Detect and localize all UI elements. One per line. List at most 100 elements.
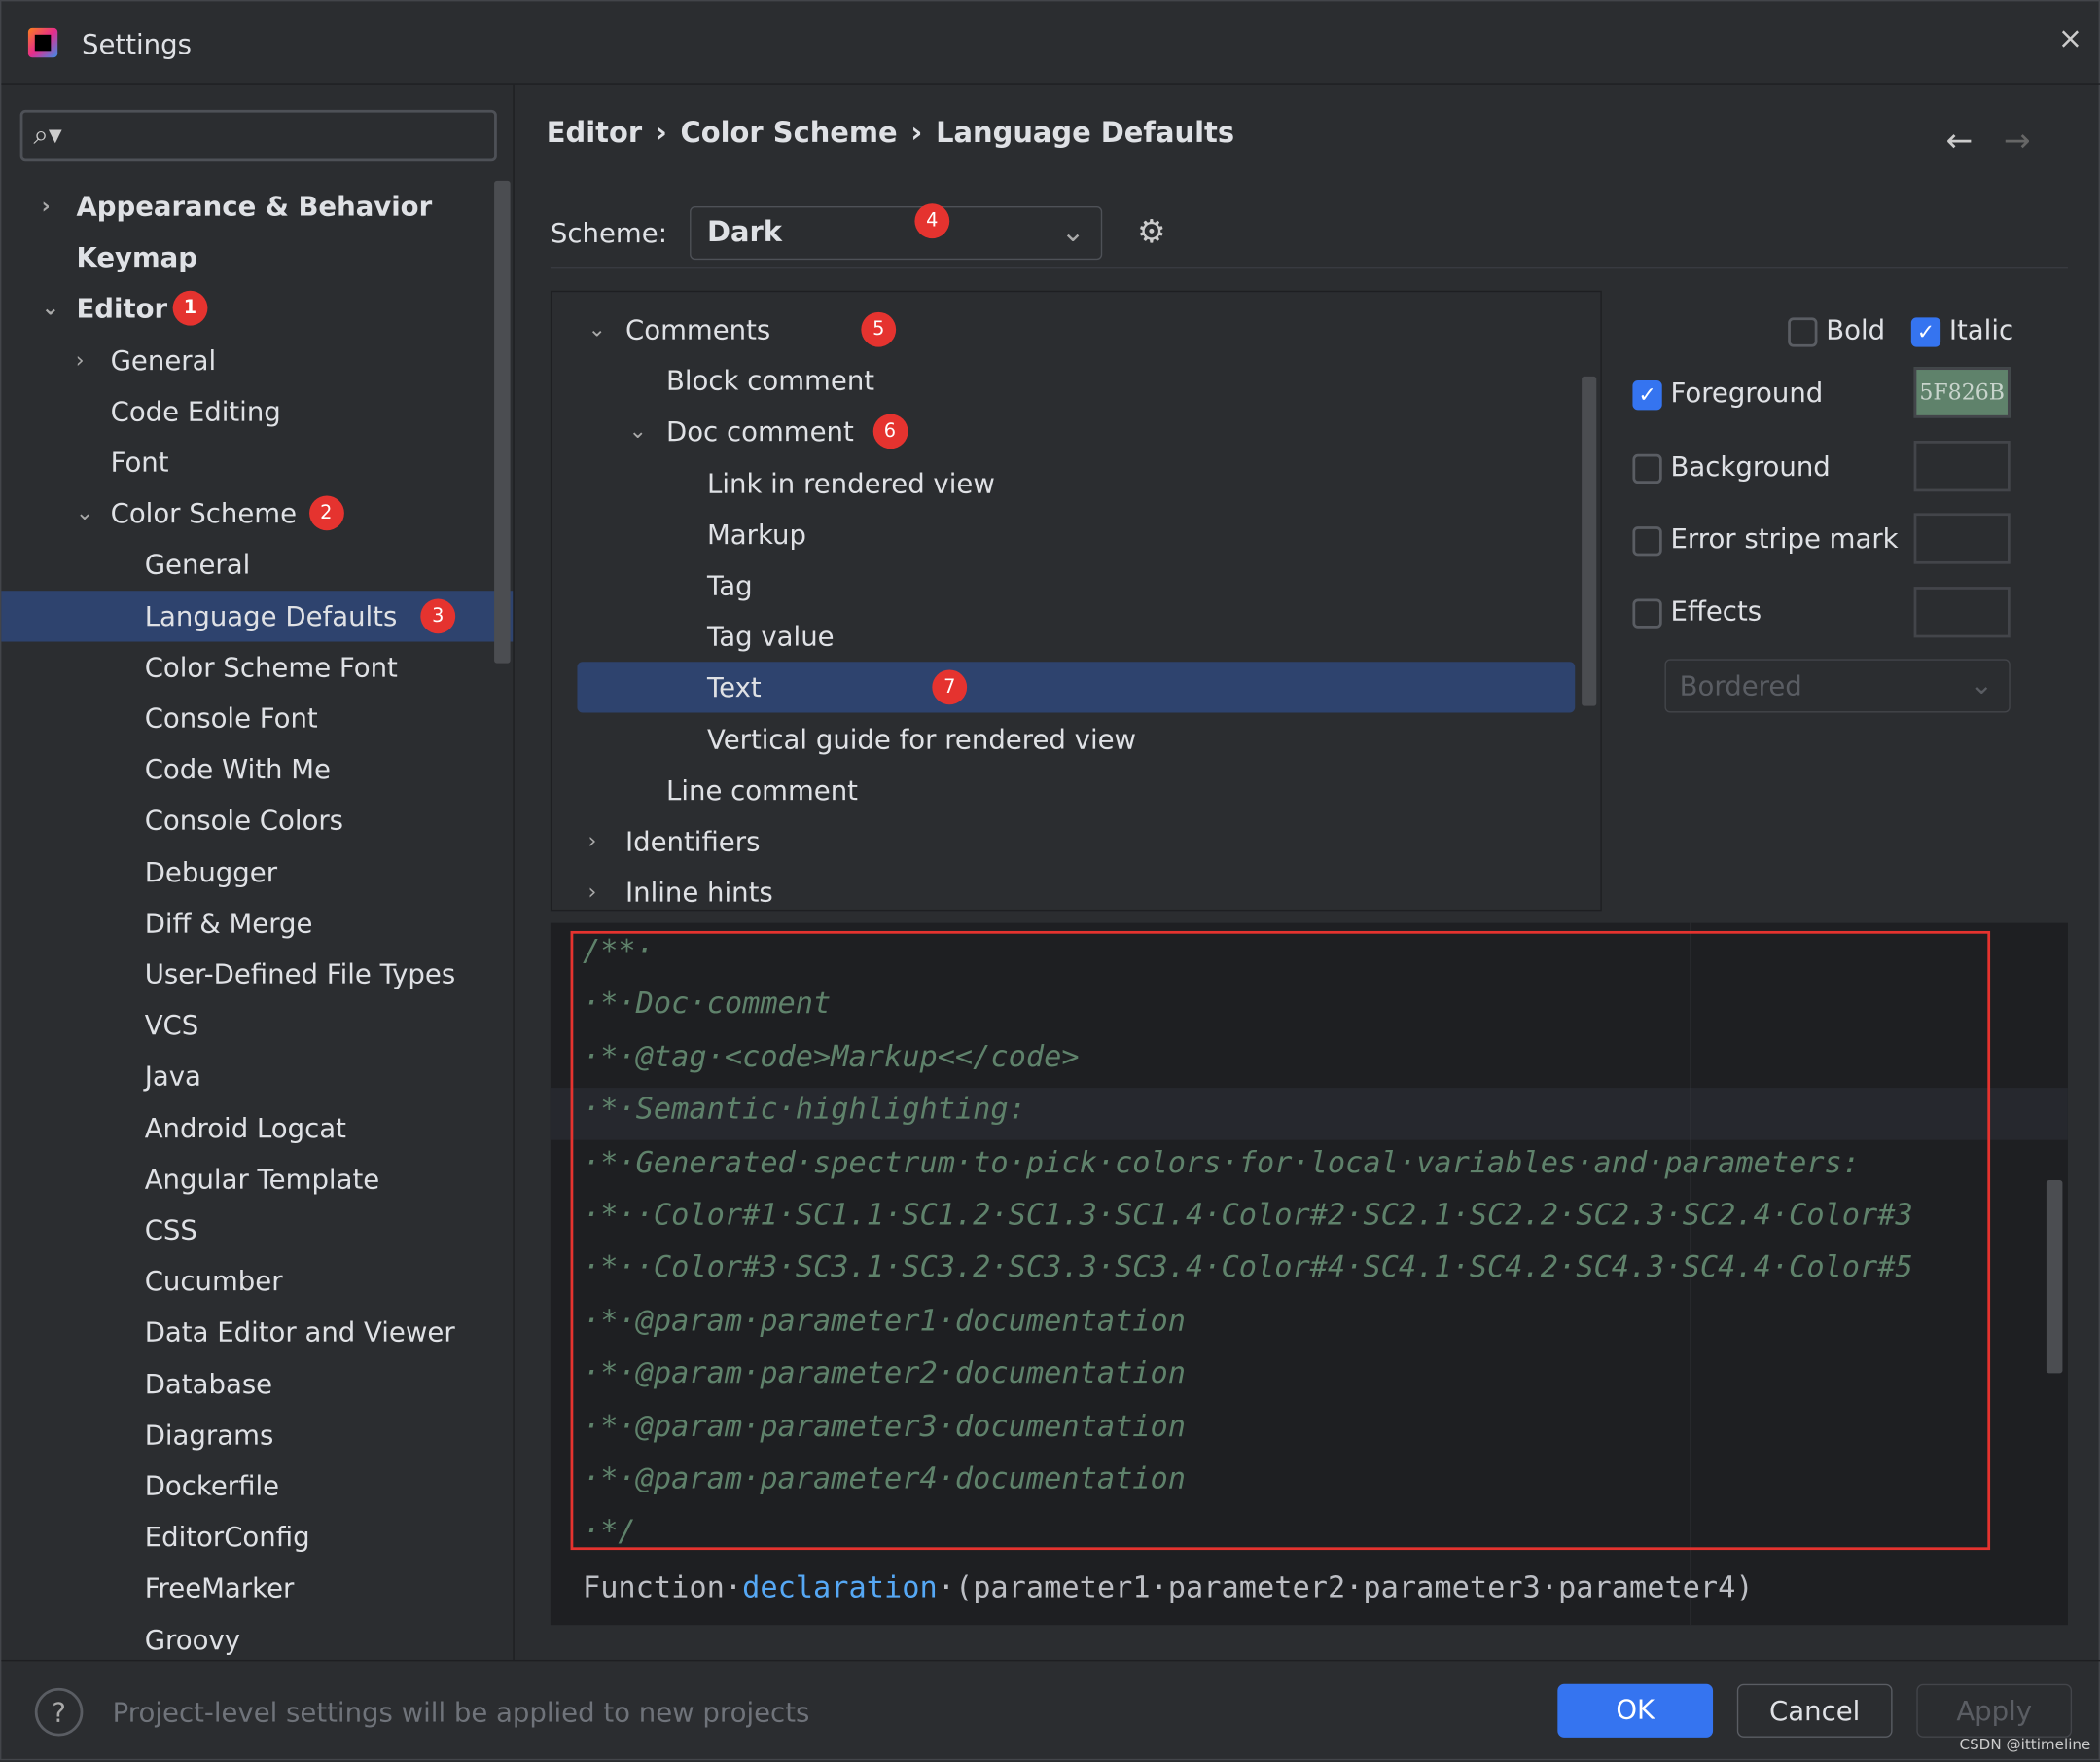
error-stripe-color-swatch[interactable] [1913,513,2011,564]
chevron-right-icon[interactable]: › [76,335,85,385]
sidebar-item-label: Editor [76,292,168,325]
apply-button[interactable]: Apply [1916,1683,2073,1738]
attribute-label: Tag [707,569,753,602]
attribute-label: Text [707,671,762,704]
annotation-badge: 7 [932,669,968,705]
chevron-down-icon: ⌄ [1061,215,1086,248]
attribute-item[interactable]: Text 7 [577,662,1576,714]
sidebar-item-label: Groovy [144,1623,241,1656]
sidebar-item-label: Code Editing [110,394,281,427]
chevron-right-icon[interactable]: › [587,816,596,867]
breadcrumb-sep: › [910,116,923,149]
chevron-right-icon[interactable]: › [42,181,51,232]
annotation-badge: 6 [872,414,908,449]
background-color-swatch[interactable] [1913,441,2011,492]
checkbox-icon [1632,453,1662,484]
sidebar-item-label: Data Editor and Viewer [144,1315,455,1348]
attributes-scrollbar[interactable] [1582,376,1597,706]
sidebar-item-label: Java [144,1060,201,1093]
checkbox-icon [1632,525,1662,556]
forward-arrow-icon[interactable]: → [2004,122,2031,160]
error-stripe-label: Error stripe mark [1670,521,1899,556]
sidebar-item-label: Angular Template [144,1162,380,1195]
sidebar-item-label: Cucumber [144,1265,283,1298]
italic-checkbox[interactable]: ✓ Italic [1910,305,2014,355]
sidebar-item[interactable]: Language Defaults 3 [1,590,514,641]
background-label: Background [1670,449,1831,483]
attribute-label: Line comment [666,773,858,807]
sidebar-item-label: General [144,548,251,581]
back-arrow-icon[interactable]: ← [1946,122,1974,160]
sidebar-item-label: Color Scheme [110,497,298,530]
sidebar-item-label: Appearance & Behavior [76,190,433,223]
scheme-value: Dark [707,215,783,248]
attribute-label: Inline hints [625,876,773,909]
sidebar-item-label: Dockerfile [144,1469,280,1502]
chevron-down-icon: ⌄ [1970,668,1993,701]
checkmark-icon: ✓ [1632,379,1662,410]
chevron-down-icon[interactable]: ⌄ [76,487,93,538]
sidebar-item-label: Android Logcat [144,1111,346,1144]
search-icon: ⌕▾ [33,118,62,151]
attribute-label: Comments [625,313,771,346]
chevron-right-icon[interactable]: › [587,867,596,917]
watermark: CSDN @ittimeline [1959,1736,2091,1754]
annotation-badge: 3 [420,597,456,633]
chevron-down-icon[interactable]: ⌄ [628,407,646,457]
sidebar-item-label: Debugger [144,855,278,888]
attribute-label: Block comment [666,364,875,397]
window-title: Settings [81,27,192,60]
checkmark-icon: ✓ [1910,316,1941,346]
gear-icon[interactable]: ⚙ [1137,213,1166,251]
divider [550,267,2068,269]
sidebar-item-label: Diff & Merge [144,906,313,939]
sidebar-item-label: Color Scheme Font [144,650,398,683]
attribute-label: Link in rendered view [707,466,995,500]
sidebar-item-label: Font [110,446,169,479]
bold-label: Bold [1826,313,1886,346]
breadcrumb-editor[interactable]: Editor [547,117,642,149]
sidebar-item-label: Console Colors [144,804,344,837]
breadcrumb: Editor › Color Scheme › Language Defaults [547,117,1248,149]
breadcrumb-color-scheme[interactable]: Color Scheme [681,117,898,149]
sidebar-item-label: VCS [144,1009,199,1042]
sidebar-item-label: CSS [144,1213,197,1246]
chevron-down-icon[interactable]: ⌄ [42,283,59,334]
effects-checkbox[interactable]: Effects [1632,586,1762,636]
ok-button[interactable]: OK [1557,1683,1714,1738]
help-icon[interactable]: ? [34,1687,84,1737]
app-logo-icon [27,27,58,58]
foreground-label: Foreground [1670,376,1824,409]
error-stripe-checkbox[interactable]: Error stripe mark [1632,513,1899,563]
chevron-down-icon[interactable]: ⌄ [587,305,605,355]
foreground-color-swatch[interactable]: 5F826B [1913,367,2011,418]
editor-scrollbar[interactable] [2046,1180,2063,1374]
sidebar-item-label: Database [144,1367,273,1400]
sidebar-item-label: Console Font [144,701,318,735]
italic-label: Italic [1948,313,2014,346]
foreground-checkbox[interactable]: ✓ Foreground [1632,367,1823,417]
annotation-badge: 5 [861,311,897,347]
search-input[interactable]: ⌕▾ [19,109,497,162]
sidebar-scrollbar[interactable] [494,180,511,664]
sidebar-item-label: Code With Me [144,753,331,786]
sidebar-item-label: Diagrams [144,1418,274,1451]
close-icon[interactable]: × [2058,22,2082,55]
sidebar-item-label: Language Defaults [144,599,398,632]
background-checkbox[interactable]: Background [1632,441,1831,491]
effect-type-dropdown[interactable]: Bordered ⌄ [1664,659,2011,713]
code-token: Function· [582,1571,743,1605]
sidebar-item-label: User-Defined File Types [144,957,456,990]
sidebar-item-label: EditorConfig [144,1521,310,1554]
cancel-button[interactable]: Cancel [1736,1683,1893,1738]
settings-dialog: Settings × ⌕▾ › Appearance & Behavior Keym… [0,0,2100,1761]
attribute-label: Markup [707,518,807,551]
breadcrumb-sep: › [655,116,667,149]
attribute-label: Vertical guide for rendered view [707,722,1137,756]
breadcrumb-language-defaults: Language Defaults [936,116,1235,149]
scheme-dropdown[interactable]: Dark ⌄ [690,206,1103,261]
annotation-highlight-box [570,930,1991,1551]
effects-color-swatch[interactable] [1913,587,2011,638]
sidebar-item-label: FreeMarker [144,1571,295,1604]
bold-checkbox[interactable]: Bold [1788,305,1885,355]
